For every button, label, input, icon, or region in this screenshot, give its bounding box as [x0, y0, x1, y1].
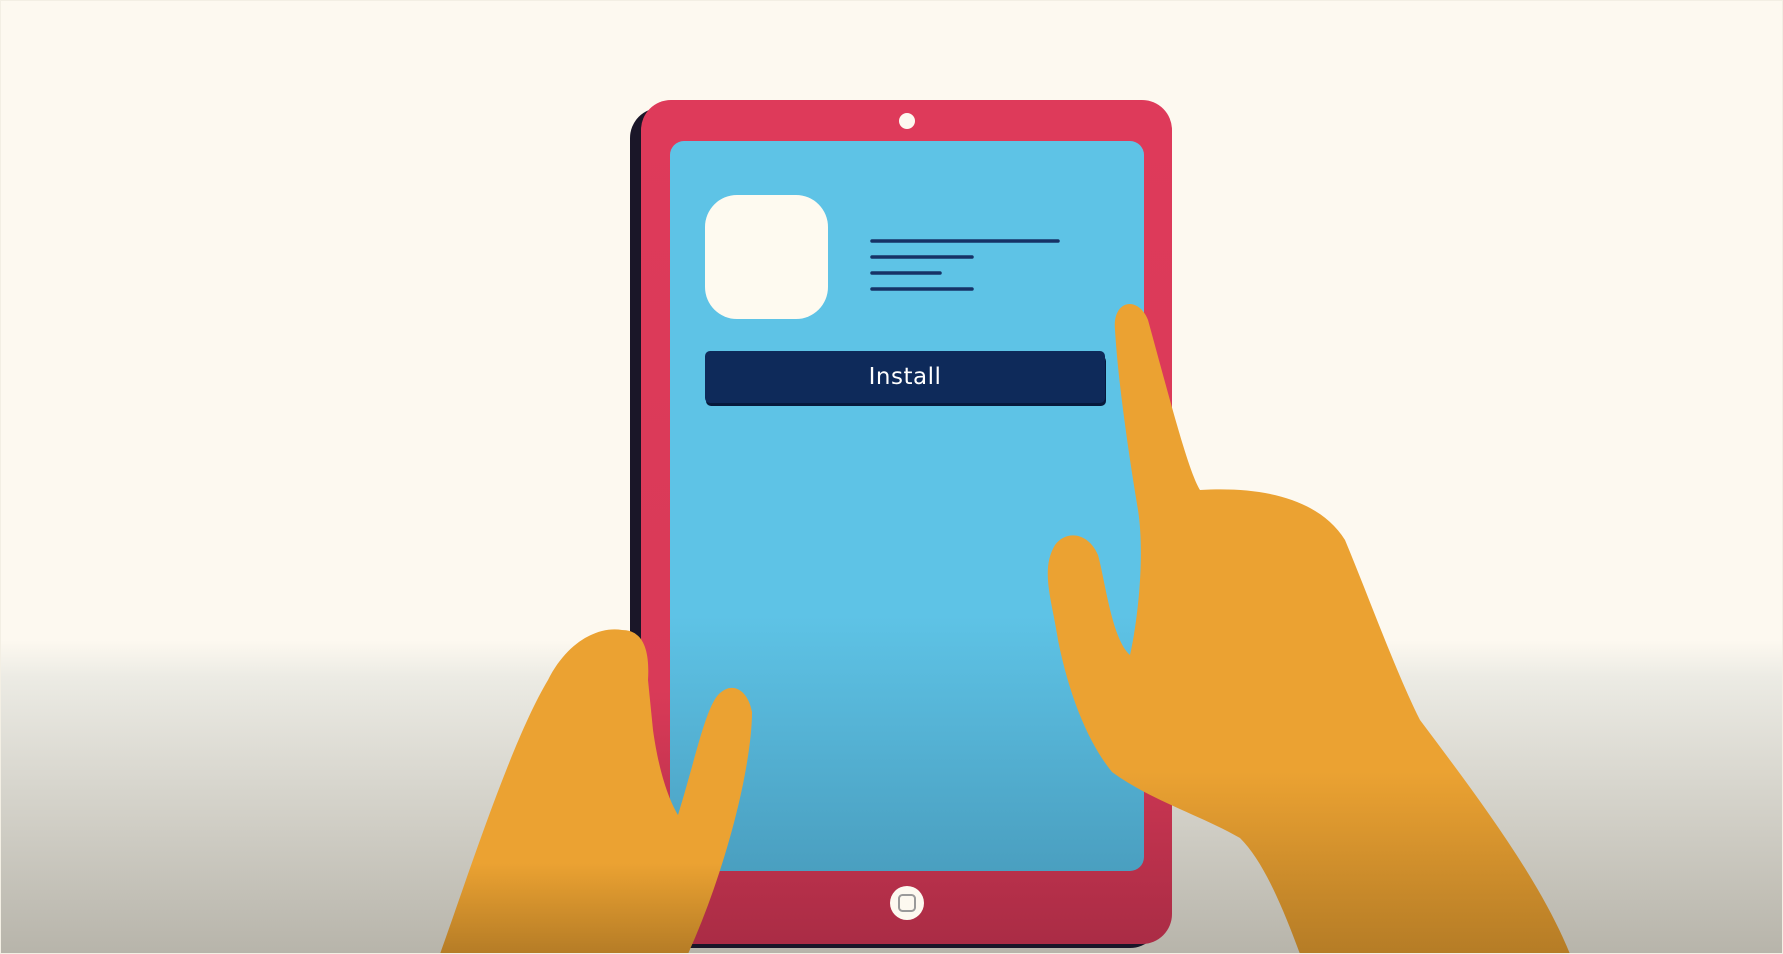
home-button-icon	[890, 886, 924, 920]
app-icon-placeholder	[705, 195, 828, 319]
illustration-scene	[0, 0, 1783, 954]
install-button[interactable]: Install	[705, 351, 1105, 403]
camera-dot-icon	[899, 113, 915, 129]
